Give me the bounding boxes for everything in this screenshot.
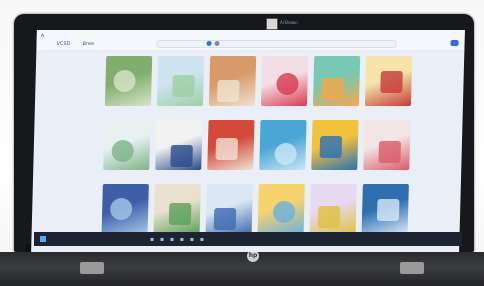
taskbar — [34, 232, 462, 246]
book-cover-8[interactable] — [155, 120, 203, 170]
cover-illustration — [378, 141, 401, 163]
cover-illustration — [172, 75, 195, 97]
taskbar-icons[interactable]: ▪ ▪ ▪ ▪ ▪ ▪ — [150, 236, 206, 243]
webcam-icon — [266, 18, 278, 30]
laptop-screen: A VCSD Bree — [31, 30, 465, 252]
cover-illustration — [217, 80, 240, 102]
site-logo[interactable]: A — [41, 33, 45, 39]
browser-header: A VCSD Bree — [36, 30, 465, 50]
search-input[interactable] — [156, 40, 397, 48]
cover-illustration — [168, 203, 192, 225]
right-hinge — [400, 262, 424, 274]
book-cover-1[interactable] — [104, 56, 153, 106]
book-cover-16[interactable] — [257, 184, 305, 234]
start-icon[interactable] — [40, 236, 46, 242]
cover-illustration — [215, 138, 239, 160]
book-cover-9[interactable] — [207, 120, 255, 170]
book-cover-14[interactable] — [153, 184, 201, 234]
book-cover-2[interactable] — [156, 56, 205, 106]
book-cover-4[interactable] — [260, 56, 309, 106]
book-cover-10[interactable] — [259, 120, 307, 170]
book-cover-5[interactable] — [312, 56, 361, 106]
cover-illustration — [380, 71, 403, 93]
cover-illustration — [109, 198, 133, 220]
book-cover-6[interactable] — [364, 56, 413, 106]
cover-illustration — [321, 78, 344, 100]
menu-button[interactable] — [450, 40, 459, 46]
photo-scene: Ai-Brown hp A VCSD Bree ▪ ▪ ▪ ▪ ▪ ▪ — [0, 0, 484, 286]
cover-illustration — [111, 140, 135, 162]
book-cover-17[interactable] — [309, 184, 357, 234]
site-nav-right[interactable]: Bree — [82, 41, 94, 47]
book-cover-7[interactable] — [103, 120, 151, 170]
cover-illustration — [376, 199, 400, 221]
book-cover-11[interactable] — [311, 120, 359, 170]
cover-illustration — [276, 73, 299, 95]
cover-illustration — [317, 206, 341, 228]
book-cover-12[interactable] — [363, 120, 411, 170]
cover-illustration — [274, 143, 297, 165]
book-grid — [101, 56, 417, 234]
cover-illustration — [319, 136, 343, 158]
site-nav-left[interactable]: VCSD — [56, 41, 70, 47]
cover-illustration — [213, 208, 237, 230]
book-cover-3[interactable] — [208, 56, 257, 106]
camera-label: Ai-Brown — [280, 20, 298, 25]
cover-illustration — [170, 145, 193, 167]
book-cover-13[interactable] — [101, 184, 149, 234]
book-cover-15[interactable] — [205, 184, 253, 234]
left-hinge — [80, 262, 104, 274]
cover-illustration — [113, 70, 136, 92]
book-cover-18[interactable] — [361, 184, 409, 234]
cover-illustration — [272, 201, 296, 223]
